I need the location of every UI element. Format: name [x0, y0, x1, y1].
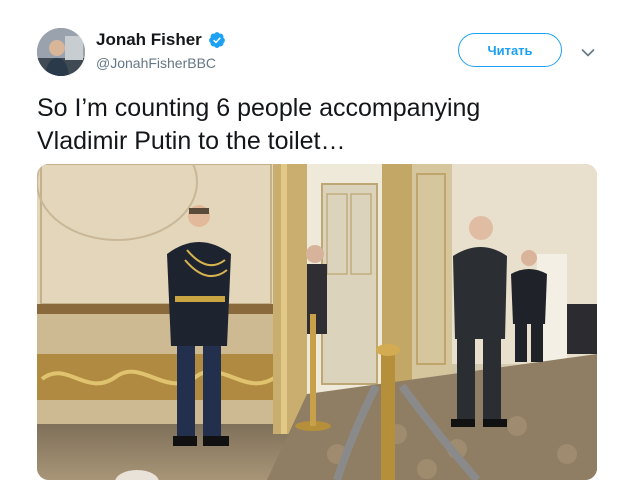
verified-badge-icon	[208, 31, 226, 49]
tweet-media-video[interactable]	[37, 164, 597, 480]
author-name-row: Jonah Fisher	[96, 30, 226, 50]
author-display-name[interactable]: Jonah Fisher	[96, 30, 202, 50]
video-thumbnail	[37, 164, 597, 480]
avatar[interactable]	[37, 28, 85, 76]
tweet-text-line-1: So I’m counting 6 people accompanying	[37, 94, 481, 122]
tweet: Jonah Fisher @JonahFisherBBC Читать So I…	[0, 0, 620, 497]
author-handle[interactable]: @JonahFisherBBC	[96, 55, 216, 71]
tweet-text: So I’m counting 6 people accompanying Vl…	[37, 92, 597, 158]
chevron-down-icon[interactable]	[581, 45, 595, 57]
follow-button[interactable]: Читать	[458, 33, 562, 67]
avatar-image	[37, 28, 85, 76]
tweet-text-line-2: Vladimir Putin to the toilet…	[37, 127, 346, 155]
